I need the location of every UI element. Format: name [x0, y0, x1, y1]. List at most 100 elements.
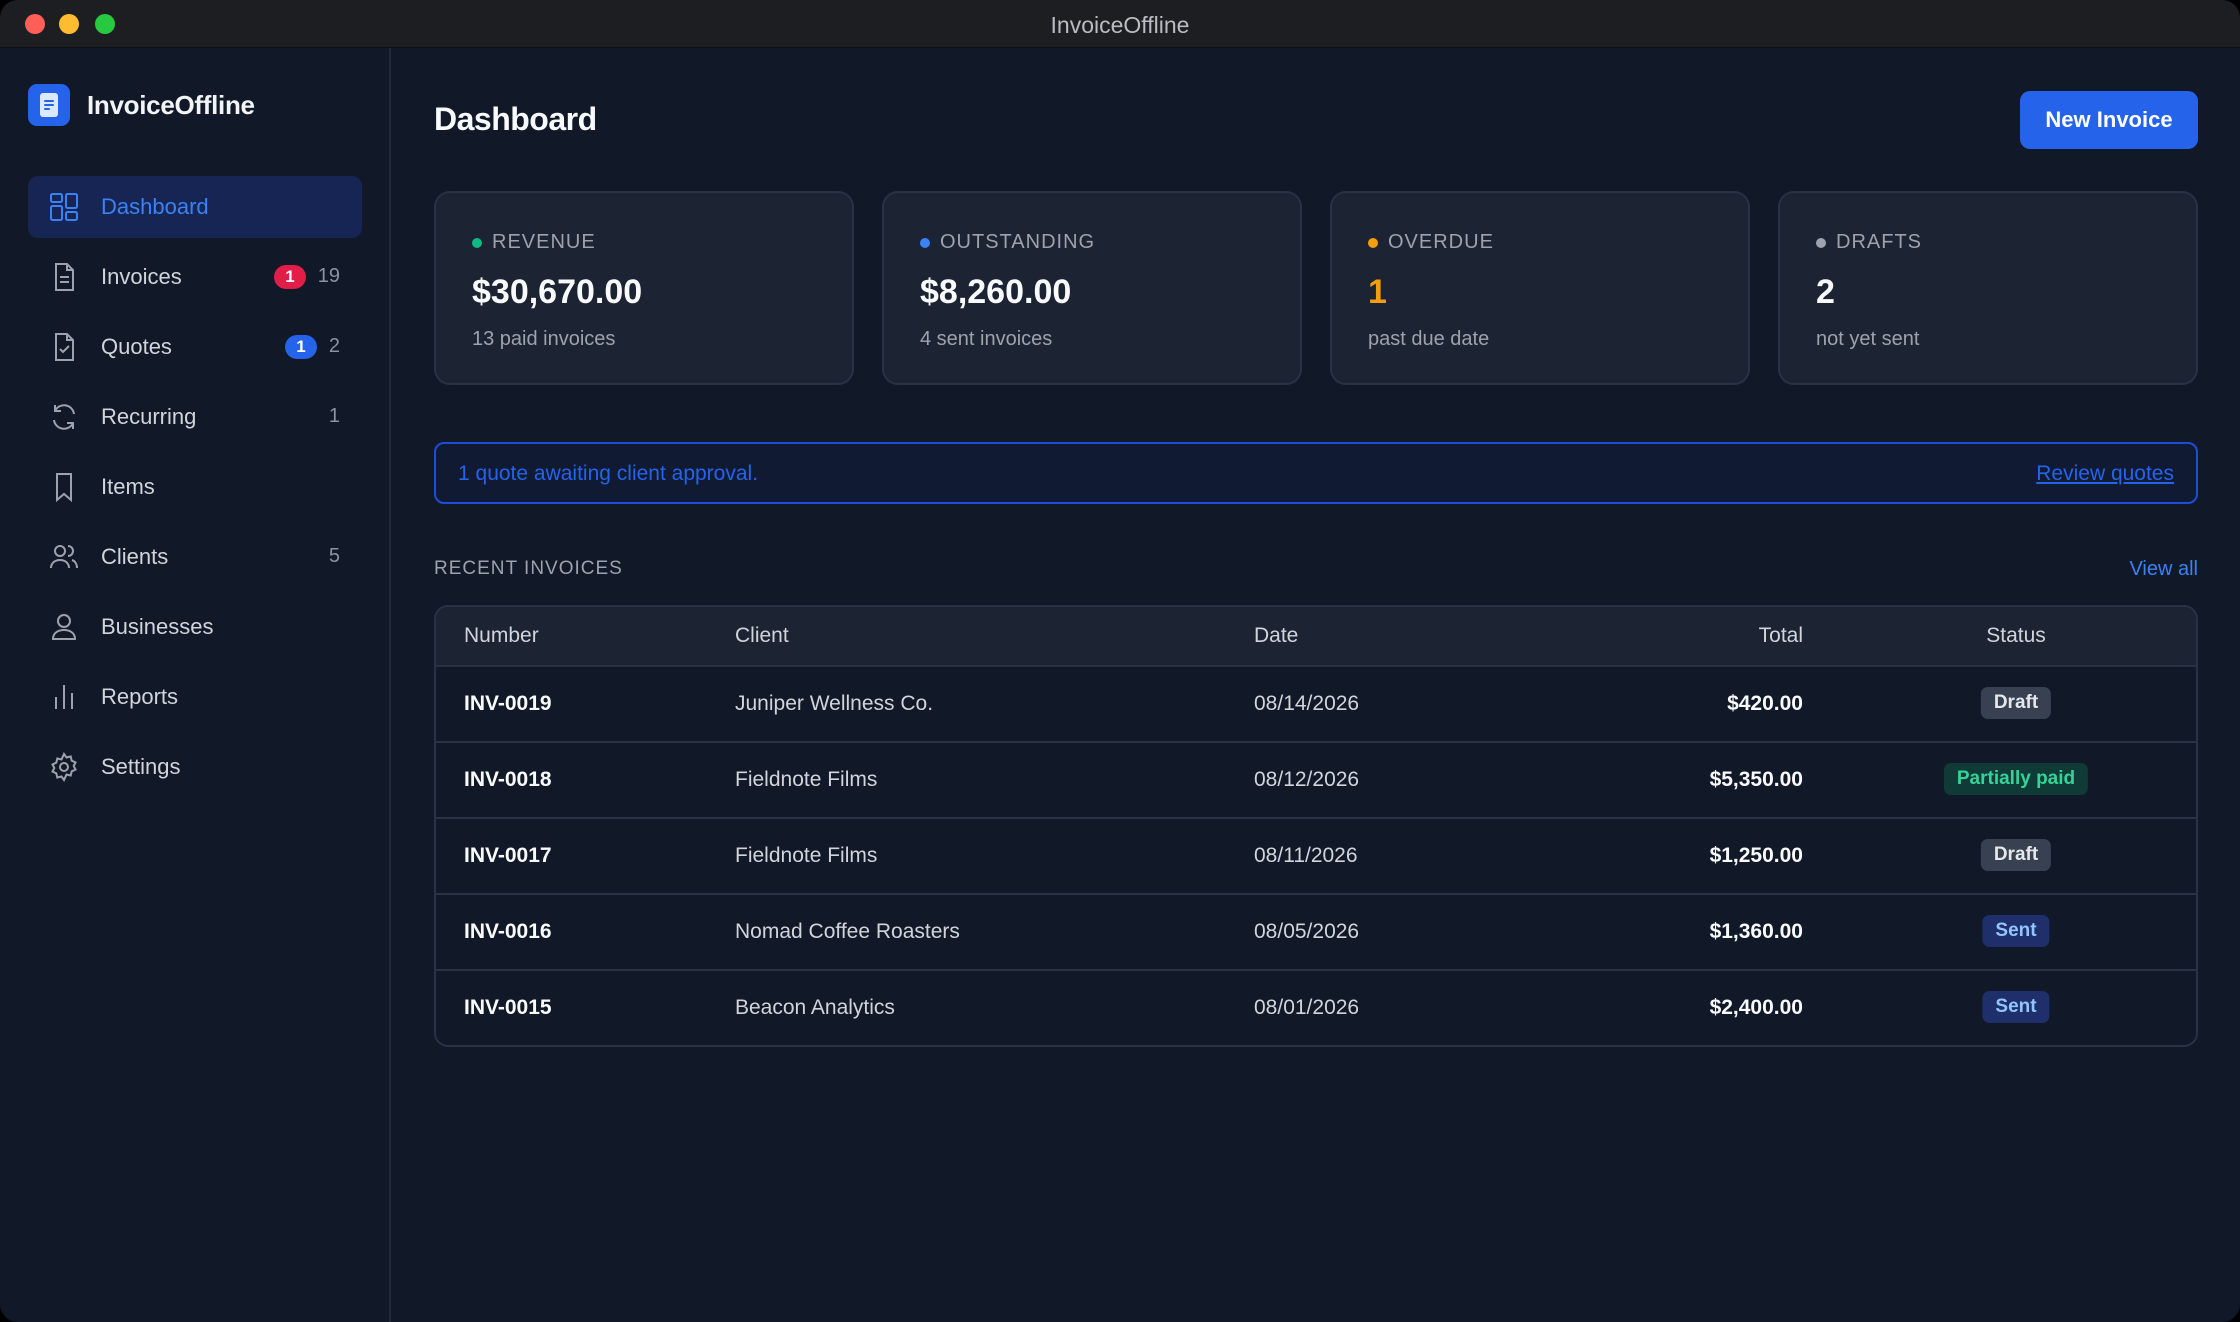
stat-value: $8,260.00: [920, 273, 1072, 311]
sidebar: InvoiceOffline Dashboard Invoices 1 19 Q…: [0, 48, 391, 1322]
dashboard-icon: [50, 193, 78, 221]
alert-message: 1 quote awaiting client approval.: [458, 462, 759, 485]
invoice-date: 08/05/2026: [1254, 920, 1360, 943]
sidebar-item-settings[interactable]: Settings: [28, 736, 362, 798]
refresh-icon: [53, 404, 75, 430]
table-row[interactable]: INV-0016 Nomad Coffee Roasters 08/05/202…: [436, 895, 2196, 971]
sidebar-item-recurring[interactable]: Recurring 1: [28, 386, 362, 448]
app-logo-icon: [28, 84, 70, 126]
section-title: RECENT INVOICES: [434, 558, 623, 579]
item-count: 19: [317, 265, 340, 287]
stat-subtext: not yet sent: [1816, 328, 1920, 350]
stat-value: $30,670.00: [472, 273, 643, 311]
status-dot: [1816, 237, 1826, 248]
invoice-number: INV-0017: [464, 844, 552, 867]
sidebar-item-invoices[interactable]: Invoices 1 19: [28, 246, 362, 308]
status-badge: Draft: [1980, 687, 2052, 719]
table-row[interactable]: INV-0015 Beacon Analytics 08/01/2026 $2,…: [436, 971, 2196, 1045]
item-count: 1: [328, 405, 340, 427]
stat-label-text: OUTSTANDING: [940, 231, 1096, 253]
bar-chart-icon: [55, 685, 73, 709]
quote-approval-alert: 1 quote awaiting client approval. Review…: [434, 442, 2198, 504]
title-bar: InvoiceOffline: [0, 0, 2240, 48]
bookmark-icon: [56, 473, 72, 503]
app-window: InvoiceOffline InvoiceOffline Dashboard: [0, 0, 2240, 1322]
recent-invoices-table: Number Client Date Total Status INV-0019…: [434, 605, 2198, 1047]
document-icon: [55, 263, 74, 291]
unread-badge: 1: [274, 265, 306, 289]
stat-label-text: DRAFTS: [1836, 231, 1922, 253]
sidebar-item-businesses[interactable]: Businesses: [28, 596, 362, 658]
review-quotes-link[interactable]: Review quotes: [2036, 462, 2174, 486]
view-all-link[interactable]: View all: [2129, 558, 2198, 581]
table-row[interactable]: INV-0019 Juniper Wellness Co. 08/14/2026…: [436, 667, 2196, 743]
users-icon: [50, 545, 78, 569]
stat-subtext: 13 paid invoices: [472, 328, 616, 350]
column-header-status[interactable]: Status: [1986, 624, 2046, 648]
sidebar-item-label: Recurring: [101, 404, 197, 429]
status-badge: Partially paid: [1943, 763, 2089, 795]
column-header-total[interactable]: Total: [1759, 624, 1803, 648]
status-badge: Sent: [1982, 991, 2050, 1023]
invoice-date: 08/11/2026: [1254, 844, 1358, 867]
app-name: InvoiceOffline: [87, 89, 255, 120]
status-dot: [920, 237, 930, 248]
sidebar-item-label: Reports: [101, 684, 179, 709]
column-header-client[interactable]: Client: [735, 624, 789, 648]
client-name: Juniper Wellness Co.: [735, 692, 934, 715]
sidebar-item-label: Quotes: [101, 334, 172, 359]
document-check-icon: [55, 333, 74, 361]
status-dot: [1368, 237, 1378, 248]
item-count: 2: [328, 335, 340, 357]
drafts-card[interactable]: DRAFTS 2 not yet sent: [1778, 191, 2198, 385]
invoice-total: $5,350.00: [1709, 768, 1803, 791]
invoice-total: $1,360.00: [1709, 920, 1803, 943]
main-content: Dashboard New Invoice REVENUE $30,670.00…: [391, 48, 2240, 1322]
sidebar-item-label: Dashboard: [101, 194, 209, 219]
overdue-card[interactable]: OVERDUE 1 past due date: [1330, 191, 1750, 385]
column-header-date[interactable]: Date: [1254, 624, 1298, 648]
stat-value: 1: [1368, 273, 1387, 311]
sidebar-nav: Dashboard Invoices 1 19 Quotes 1 2 Recur…: [28, 176, 362, 806]
invoice-total: $1,250.00: [1709, 844, 1803, 867]
table-row[interactable]: INV-0018 Fieldnote Films 08/12/2026 $5,3…: [436, 743, 2196, 819]
invoice-number: INV-0018: [464, 768, 552, 791]
sidebar-item-label: Clients: [101, 544, 169, 569]
sidebar-item-quotes[interactable]: Quotes 1 2: [28, 316, 362, 378]
sidebar-item-label: Items: [101, 474, 155, 499]
page-title: Dashboard: [434, 101, 597, 137]
stat-label: OUTSTANDING: [920, 231, 1095, 254]
invoice-number: INV-0015: [464, 996, 552, 1019]
invoice-date: 08/12/2026: [1254, 768, 1360, 791]
item-count: 5: [328, 545, 340, 567]
stat-subtext: 4 sent invoices: [920, 328, 1053, 350]
sidebar-item-reports[interactable]: Reports: [28, 666, 362, 728]
sidebar-item-label: Settings: [101, 754, 181, 779]
invoice-number: INV-0019: [464, 692, 552, 715]
stat-subtext: past due date: [1368, 328, 1490, 350]
user-icon: [51, 614, 77, 640]
new-invoice-button[interactable]: New Invoice: [2020, 91, 2198, 149]
status-dot: [472, 237, 482, 248]
client-name: Beacon Analytics: [735, 996, 895, 1019]
sidebar-item-label: Invoices: [101, 264, 182, 289]
stat-label: OVERDUE: [1368, 231, 1494, 254]
app-brand: InvoiceOffline: [28, 83, 255, 127]
invoice-date: 08/14/2026: [1254, 692, 1360, 715]
sidebar-item-clients[interactable]: Clients 5: [28, 526, 362, 588]
client-name: Fieldnote Films: [735, 844, 878, 867]
window-title: InvoiceOffline: [1050, 12, 1190, 38]
sidebar-item-dashboard[interactable]: Dashboard: [28, 176, 362, 238]
client-name: Nomad Coffee Roasters: [735, 920, 960, 943]
stat-value: 2: [1816, 273, 1835, 311]
table-row[interactable]: INV-0017 Fieldnote Films 08/11/2026 $1,2…: [436, 819, 2196, 895]
invoice-total: $2,400.00: [1709, 996, 1803, 1019]
status-badge: Sent: [1982, 915, 2050, 947]
stat-label: DRAFTS: [1816, 231, 1922, 254]
stat-label: REVENUE: [472, 231, 596, 254]
sidebar-item-items[interactable]: Items: [28, 456, 362, 518]
revenue-card[interactable]: REVENUE $30,670.00 13 paid invoices: [434, 191, 854, 385]
outstanding-card[interactable]: OUTSTANDING $8,260.00 4 sent invoices: [882, 191, 1302, 385]
column-header-number[interactable]: Number: [464, 624, 539, 648]
invoice-date: 08/01/2026: [1254, 996, 1360, 1019]
